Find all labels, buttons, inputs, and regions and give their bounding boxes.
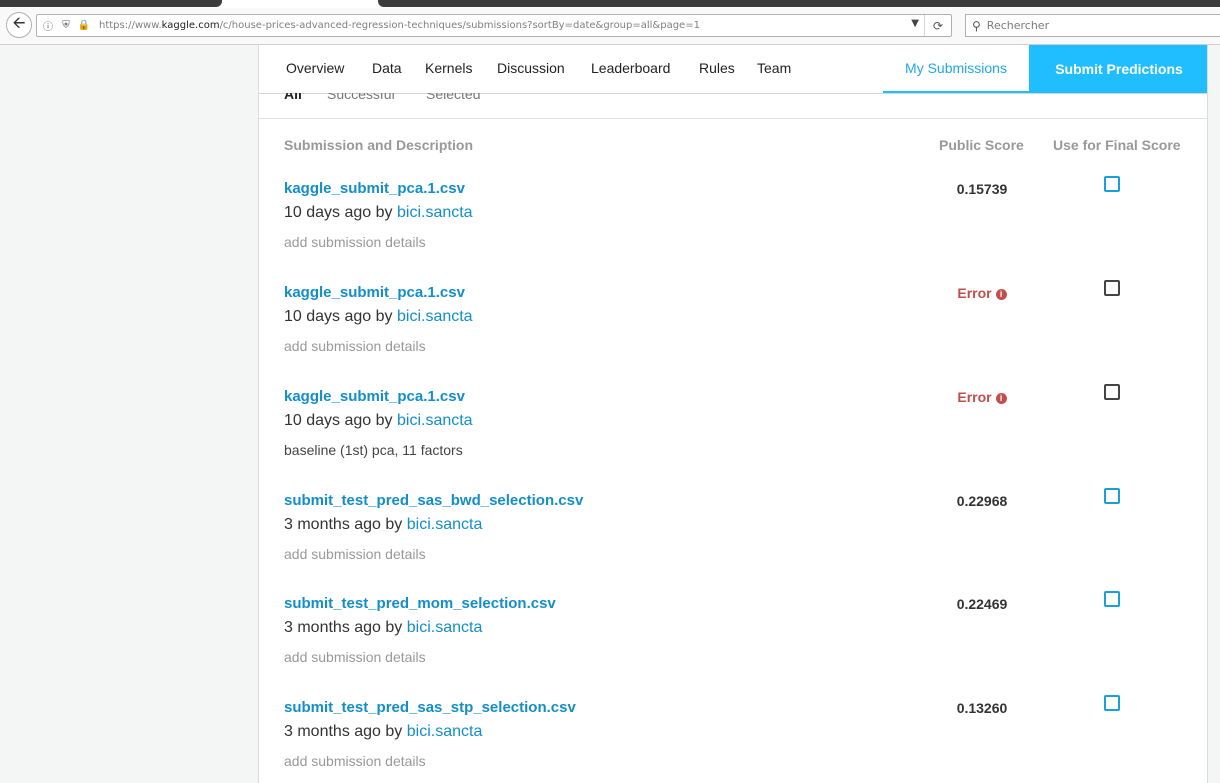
public-score: 0.22968 <box>956 493 1008 509</box>
filter-all[interactable]: All <box>284 93 302 102</box>
user-link[interactable]: bici.sancta <box>397 412 473 429</box>
column-header-public-score[interactable]: Public Score <box>939 137 1024 153</box>
final-score-checkbox[interactable] <box>1104 176 1120 192</box>
submission-meta: 10 days ago by bici.sancta <box>284 308 473 325</box>
column-header-submission: Submission and Description <box>284 137 474 153</box>
competition-nav: Overview Data Kernels Discussion Leaderb… <box>259 45 1207 94</box>
submission-row: submit_test_pred_mom_selection.csv 3 mon… <box>259 591 1207 699</box>
left-gutter <box>0 45 258 783</box>
browser-tab-bar <box>378 0 1220 7</box>
final-score-checkbox[interactable] <box>1104 384 1120 400</box>
url-text[interactable]: https://www.kaggle.com/c/house-prices-ad… <box>99 20 700 31</box>
add-details-link[interactable]: add submission details <box>284 649 426 665</box>
submission-filter-tabs: All Successful Selected <box>259 93 1207 119</box>
public-score: 0.22469 <box>956 596 1008 612</box>
user-link[interactable]: bici.sancta <box>407 619 483 636</box>
submission-file-link[interactable]: kaggle_submit_pca.1.csv <box>284 180 465 197</box>
submission-row: kaggle_submit_pca.1.csv 10 days ago by b… <box>259 384 1207 492</box>
info-circle-icon[interactable]: i <box>995 289 1007 300</box>
public-score-error: Error i <box>919 285 1045 301</box>
submission-meta: 10 days ago by bici.sancta <box>284 204 473 221</box>
chevron-down-icon[interactable]: ▼ <box>911 18 919 29</box>
submission-file-link[interactable]: kaggle_submit_pca.1.csv <box>284 284 465 301</box>
final-score-checkbox[interactable] <box>1104 488 1120 504</box>
tab-team[interactable]: Team <box>757 60 791 76</box>
final-score-checkbox[interactable] <box>1104 695 1120 711</box>
final-score-checkbox[interactable] <box>1104 280 1120 296</box>
user-link[interactable]: bici.sancta <box>407 516 483 533</box>
submission-meta: 3 months ago by bici.sancta <box>284 516 483 533</box>
tab-kernels[interactable]: Kernels <box>425 60 472 76</box>
user-link[interactable]: bici.sancta <box>397 308 473 325</box>
submission-row: kaggle_submit_pca.1.csv 10 days ago by b… <box>259 176 1207 284</box>
tab-leaderboard[interactable]: Leaderboard <box>591 60 670 76</box>
tab-rules[interactable]: Rules <box>699 60 735 76</box>
search-icon: ⚲ <box>972 18 981 33</box>
add-details-link[interactable]: add submission details <box>284 546 426 562</box>
public-score: 0.15739 <box>956 181 1008 197</box>
add-details-link[interactable]: add submission details <box>284 234 426 250</box>
submission-meta: 3 months ago by bici.sancta <box>284 723 483 740</box>
submission-meta: 3 months ago by bici.sancta <box>284 619 483 636</box>
browser-tab[interactable] <box>0 0 222 7</box>
reload-icon[interactable]: ⟳ <box>924 15 951 36</box>
tab-data[interactable]: Data <box>372 60 402 76</box>
column-header-final-score: Use for Final Score <box>1053 137 1181 153</box>
lock-icon: 🔒 <box>77 20 91 31</box>
tab-my-submissions[interactable]: My Submissions <box>883 45 1029 93</box>
submission-file-link[interactable]: submit_test_pred_sas_bwd_selection.csv <box>284 492 583 509</box>
public-score: 0.13260 <box>956 700 1008 716</box>
submission-description[interactable]: baseline (1st) pca, 11 factors <box>284 442 463 458</box>
filter-successful[interactable]: Successful <box>327 93 395 102</box>
submission-file-link[interactable]: submit_test_pred_mom_selection.csv <box>284 595 556 612</box>
info-circle-icon[interactable]: i <box>995 393 1007 404</box>
add-details-link[interactable]: add submission details <box>284 338 426 354</box>
info-icon[interactable]: ⓘ <box>41 19 55 33</box>
back-arrow-icon[interactable]: 🡨 <box>6 12 32 38</box>
submission-file-link[interactable]: kaggle_submit_pca.1.csv <box>284 388 465 405</box>
submission-row: submit_test_pred_sas_bwd_selection.csv 3… <box>259 488 1207 596</box>
filter-selected[interactable]: Selected <box>426 93 480 102</box>
submissions-panel: Overview Data Kernels Discussion Leaderb… <box>258 45 1208 783</box>
search-placeholder: Rechercher <box>986 19 1050 32</box>
submission-file-link[interactable]: submit_test_pred_sas_stp_selection.csv <box>284 699 576 716</box>
add-details-link[interactable]: add submission details <box>284 753 426 769</box>
submit-predictions-button[interactable]: Submit Predictions <box>1029 45 1207 93</box>
shield-icon[interactable]: ⛨ <box>59 19 73 33</box>
tab-overview[interactable]: Overview <box>286 60 344 76</box>
final-score-checkbox[interactable] <box>1104 591 1120 607</box>
browser-toolbar: 🡨 ⓘ ⛨ 🔒 https://www.kaggle.com/c/house-p… <box>0 8 1220 45</box>
tab-discussion[interactable]: Discussion <box>497 60 565 76</box>
submission-row: submit_test_pred_sas_stp_selection.csv 3… <box>259 695 1207 783</box>
submission-row: kaggle_submit_pca.1.csv 10 days ago by b… <box>259 280 1207 388</box>
public-score-error: Error i <box>919 389 1045 405</box>
user-link[interactable]: bici.sancta <box>397 204 473 221</box>
browser-tabstrip <box>0 0 1220 8</box>
search-input[interactable]: ⚲ Rechercher <box>965 14 1220 37</box>
address-bar[interactable]: ⓘ ⛨ 🔒 https://www.kaggle.com/c/house-pri… <box>36 14 952 37</box>
user-link[interactable]: bici.sancta <box>407 723 483 740</box>
submission-meta: 10 days ago by bici.sancta <box>284 412 473 429</box>
